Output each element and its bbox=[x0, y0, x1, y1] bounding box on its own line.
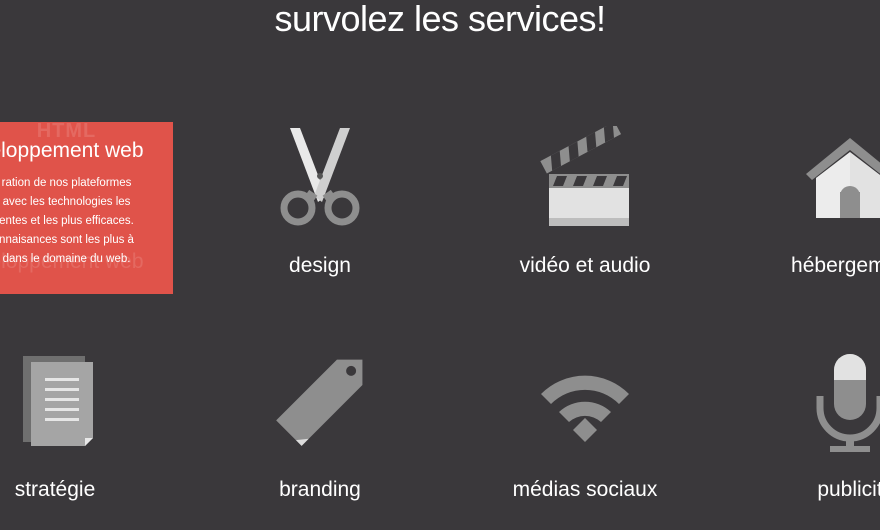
microphone-icon bbox=[800, 350, 880, 460]
card-title: eloppement web bbox=[0, 139, 144, 162]
page-heading: survolez les services! bbox=[274, 0, 606, 39]
service-label: hébergemen bbox=[791, 254, 880, 277]
service-label: branding bbox=[279, 478, 361, 501]
service-label: stratégie bbox=[14, 478, 96, 501]
service-strategy[interactable]: stratégie bbox=[0, 350, 175, 530]
service-card-web-development[interactable]: HTML eloppement web ration de nos platef… bbox=[0, 122, 173, 294]
service-label: vidéo et audio bbox=[519, 254, 651, 277]
scissors-icon bbox=[270, 126, 370, 236]
wifi-icon bbox=[535, 350, 635, 460]
document-icon bbox=[5, 350, 105, 460]
service-hosting[interactable]: hébergemen bbox=[730, 126, 880, 306]
tag-icon bbox=[270, 350, 370, 460]
service-label: publicit bbox=[817, 478, 880, 501]
service-label: design bbox=[289, 254, 351, 277]
service-social-media[interactable]: médias sociaux bbox=[465, 350, 705, 530]
service-label: médias sociaux bbox=[512, 478, 658, 501]
clapperboard-icon bbox=[535, 126, 635, 236]
card-ghost-caption: eloppement web bbox=[0, 250, 144, 273]
service-branding[interactable]: branding bbox=[200, 350, 440, 530]
house-icon bbox=[800, 126, 880, 236]
service-design[interactable]: design bbox=[200, 126, 440, 306]
service-video-audio[interactable]: vidéo et audio bbox=[465, 126, 705, 306]
service-advertising[interactable]: publicit bbox=[730, 350, 880, 530]
